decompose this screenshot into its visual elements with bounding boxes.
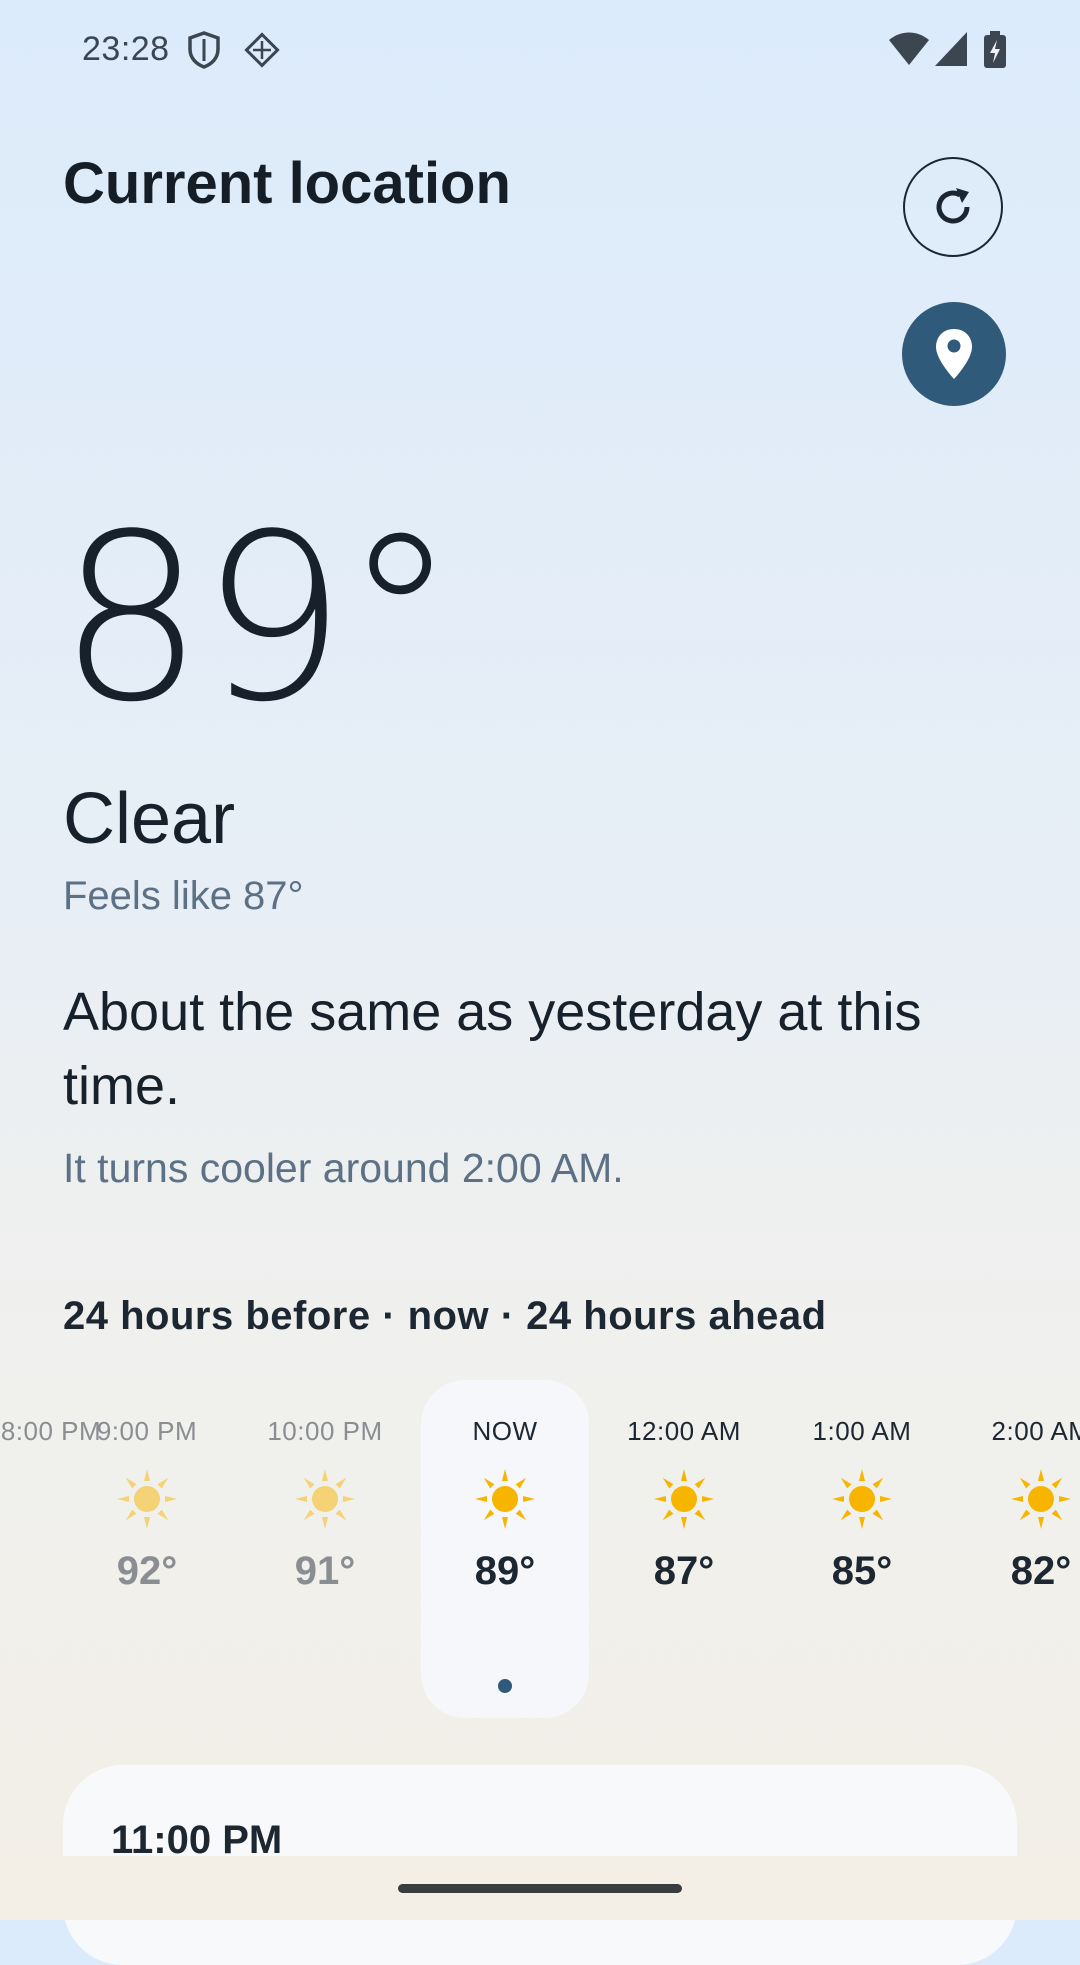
sun-icon [832, 1469, 892, 1529]
hour-temp: 92° [116, 1549, 178, 1593]
home-indicator[interactable] [398, 1884, 682, 1893]
location-pin-icon [936, 329, 972, 379]
hour-item-now[interactable]: NOW 89° [421, 1380, 589, 1718]
sun-icon [295, 1469, 355, 1529]
sun-icon [1011, 1469, 1071, 1529]
status-time: 23:28 [82, 30, 170, 68]
hour-item[interactable]: 2:00 AM 82° [957, 1380, 1080, 1718]
sun-icon [654, 1469, 714, 1529]
status-bar: 23:28 [0, 0, 1080, 100]
refresh-button[interactable] [903, 157, 1003, 257]
current-condition: Clear [63, 779, 236, 859]
hour-temp: 85° [831, 1549, 893, 1593]
timeline-label: 24 hours before · now · 24 hours ahead [63, 1294, 827, 1338]
wifi-icon [888, 30, 930, 73]
cell-signal-icon [934, 30, 968, 73]
refresh-icon [936, 188, 970, 224]
hour-temp: 89° [474, 1549, 536, 1593]
current-temperature: 89° [58, 486, 458, 753]
sun-icon [475, 1469, 535, 1529]
hour-temp: 91° [294, 1549, 356, 1593]
hour-time: 12:00 AM [627, 1416, 741, 1446]
now-indicator-dot [498, 1679, 512, 1693]
hour-item[interactable]: 1:00 AM 85° [778, 1380, 946, 1718]
comparison-summary: About the same as yesterday at this time… [63, 982, 922, 1116]
hour-item[interactable]: 10:00 PM 91° [241, 1380, 409, 1718]
hour-time: 1:00 AM [812, 1416, 912, 1446]
sun-icon [117, 1469, 177, 1529]
page-title: Current location [63, 151, 511, 216]
shield-icon [186, 30, 222, 75]
hour-time: 2:00 AM [991, 1416, 1080, 1446]
vpn-diamond-icon [242, 30, 282, 75]
hour-time: 9:00 PM [96, 1416, 198, 1446]
hour-time: NOW [472, 1416, 538, 1446]
hour-time: 10:00 PM [267, 1416, 383, 1446]
feels-like-text: Feels like 87° [63, 874, 304, 918]
hour-temp: 82° [1010, 1549, 1072, 1593]
hour-item[interactable]: 9:00 PM 92° [63, 1380, 231, 1718]
location-button[interactable] [902, 302, 1006, 406]
hour-item[interactable]: 12:00 AM 87° [600, 1380, 768, 1718]
battery-charging-icon [982, 30, 1008, 75]
hourly-forecast-strip[interactable]: 8:00 PM 9:00 PM 92° 10:00 PM 91° NOW 89°… [0, 1380, 1080, 1720]
forecast-hint: It turns cooler around 2:00 AM. [63, 1145, 624, 1191]
hour-temp: 87° [653, 1549, 715, 1593]
